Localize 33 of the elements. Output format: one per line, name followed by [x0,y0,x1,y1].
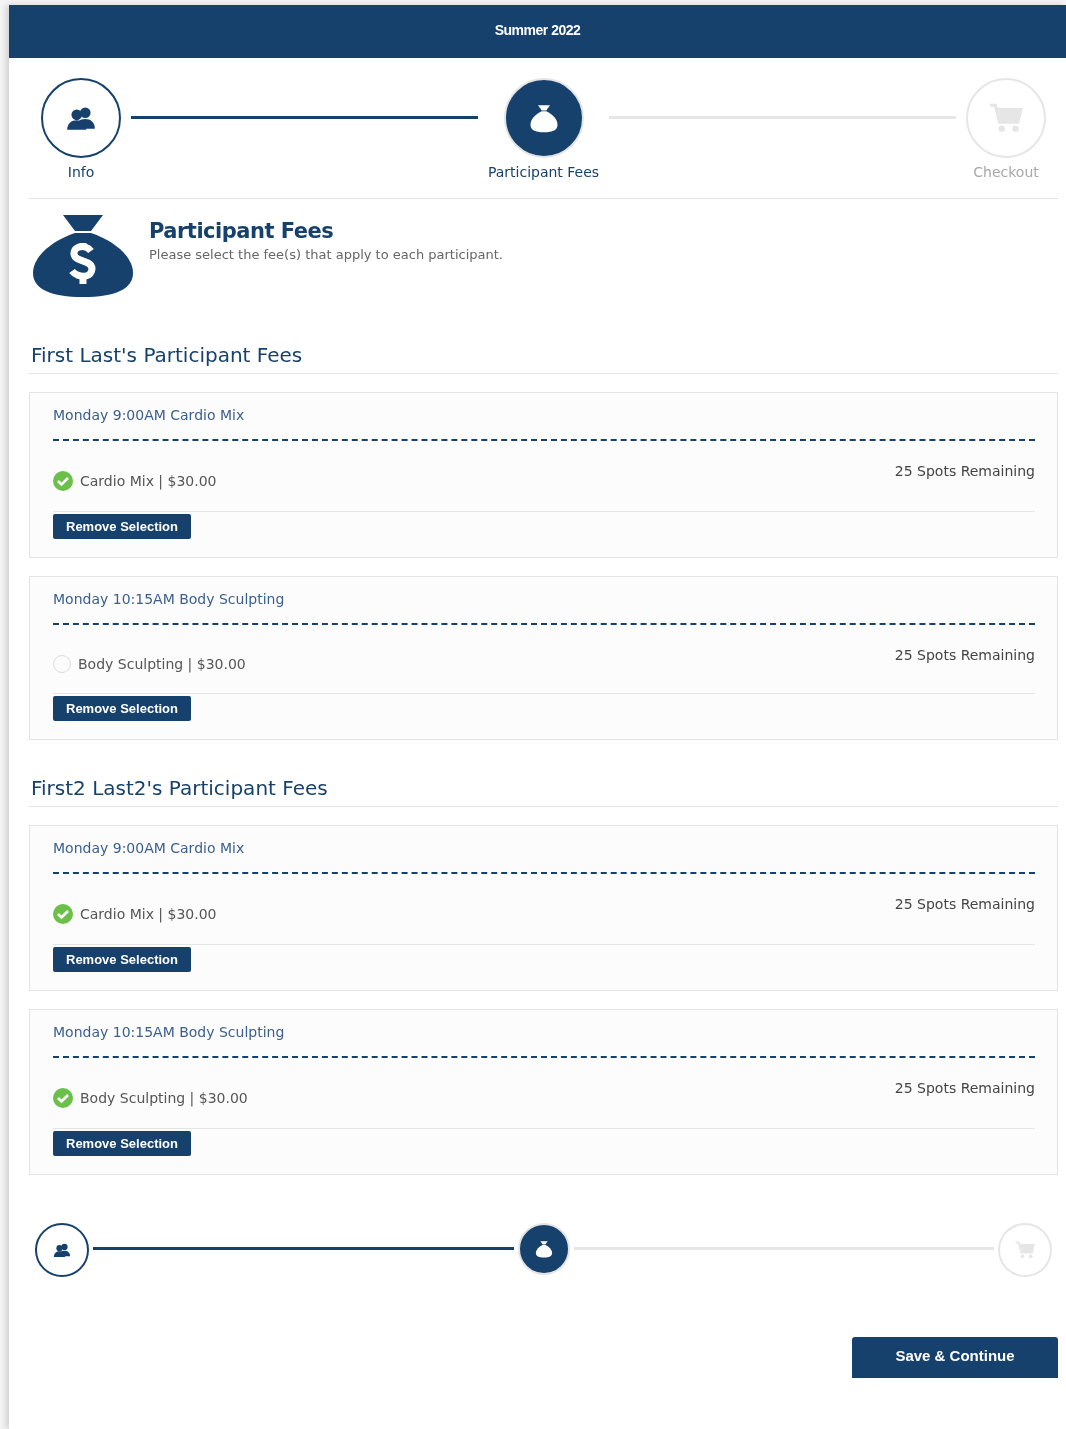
fee-option[interactable]: Body Sculpting | $30.00 [80,1090,248,1106]
instruction-text: Please select the fee(s) that apply to each participant. [149,247,503,262]
step-label[interactable]: Info [67,164,95,180]
check-icon[interactable] [53,904,73,924]
fee-option[interactable]: Body Sculpting | $30.00 [78,656,246,672]
cart-icon [989,103,1023,133]
check-icon[interactable] [53,471,73,491]
remove-selection-button[interactable]: Remove Selection [53,947,191,972]
header-title: Summer 2022 [9,5,1066,58]
save-continue-button[interactable]: Save & Continue [852,1337,1058,1378]
fee-option[interactable]: Cardio Mix | $30.00 [80,906,217,922]
step-label[interactable]: Participant Fees [487,164,600,180]
money-bag-icon [33,213,133,297]
session-title: Monday 10:15AM Body Sculpting [53,1024,1035,1058]
spots-remaining: 25 Spots Remaining [894,463,1035,481]
spots-remaining: 25 Spots Remaining [894,647,1035,665]
cart-icon [1015,1241,1035,1259]
session-title: Monday 10:15AM Body Sculpting [53,591,1035,625]
spots-remaining: 25 Spots Remaining [894,1080,1035,1098]
session-title: Monday 9:00AM Cardio Mix [53,407,1035,441]
remove-selection-button[interactable]: Remove Selection [53,514,191,539]
check-icon[interactable] [53,1088,73,1108]
section-title: Participant Fees [149,219,335,243]
step-circle[interactable] [35,1223,89,1277]
people-icon [52,1241,72,1259]
remove-selection-button[interactable]: Remove Selection [53,1131,191,1156]
spots-remaining: 25 Spots Remaining [894,896,1035,914]
participant-heading: First2 Last2's Participant Fees [29,758,1058,807]
fee-option[interactable]: Cardio Mix | $30.00 [80,473,217,489]
remove-selection-button[interactable]: Remove Selection [53,696,191,721]
money-bag-icon [533,1240,554,1258]
participant-heading: First Last's Participant Fees [29,325,1058,374]
session-title: Monday 9:00AM Cardio Mix [53,840,1035,874]
